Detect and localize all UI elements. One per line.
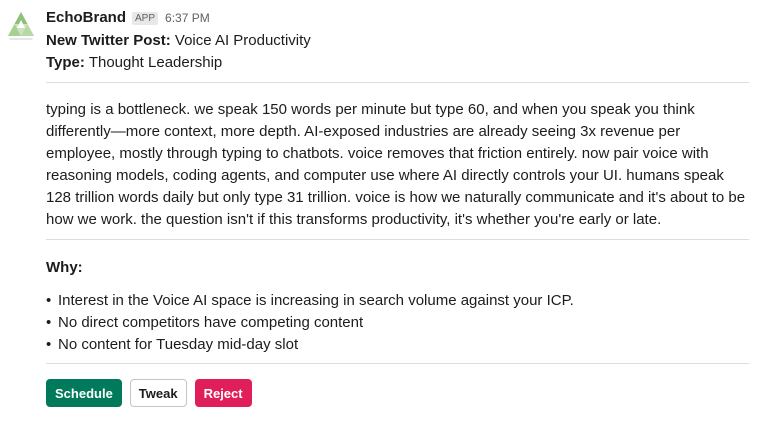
divider [46, 239, 749, 240]
divider [46, 363, 749, 364]
reason-text: No content for Tuesday mid-day slot [58, 336, 299, 353]
tweak-button[interactable]: Tweak [129, 379, 187, 407]
why-heading: Why: [46, 259, 83, 276]
action-buttons: Schedule Tweak Reject [46, 379, 749, 407]
post-title: Voice AI Productivity [174, 32, 311, 49]
reason-text: No direct competitors have competing con… [58, 314, 364, 331]
timestamp[interactable]: 6:37 PM [165, 11, 210, 25]
list-item: • No content for Tuesday mid-day slot [46, 334, 749, 356]
echobrand-logo-icon[interactable] [4, 8, 38, 42]
list-item: • Interest in the Voice AI space is incre… [46, 290, 749, 312]
post-type-line: Type: Thought Leadership [46, 52, 749, 74]
message-content: EchoBrand APP 6:37 PM New Twitter Post: … [46, 9, 749, 407]
post-type-label: Type: [46, 54, 85, 71]
reason-text: Interest in the Voice AI space is increa… [58, 292, 574, 309]
schedule-button[interactable]: Schedule [46, 379, 122, 407]
post-body: typing is a bottleneck. we speak 150 wor… [46, 101, 746, 228]
bullet: • [46, 292, 52, 309]
list-item: • No direct competitors have competing co… [46, 312, 749, 334]
post-title-label: New Twitter Post: [46, 32, 171, 49]
reject-button[interactable]: Reject [194, 379, 252, 407]
post-type: Thought Leadership [88, 54, 223, 71]
app-badge: APP [132, 12, 159, 25]
reasons-list: • Interest in the Voice AI space is incre… [46, 290, 749, 356]
message: EchoBrand APP 6:37 PM New Twitter Post: … [0, 0, 758, 433]
bullet: • [46, 314, 52, 331]
sender-name[interactable]: EchoBrand [46, 9, 126, 26]
post-title-line: New Twitter Post: Voice AI Productivity [46, 30, 749, 52]
divider [46, 82, 749, 83]
message-header: EchoBrand APP 6:37 PM [46, 9, 749, 29]
bullet: • [46, 336, 52, 353]
